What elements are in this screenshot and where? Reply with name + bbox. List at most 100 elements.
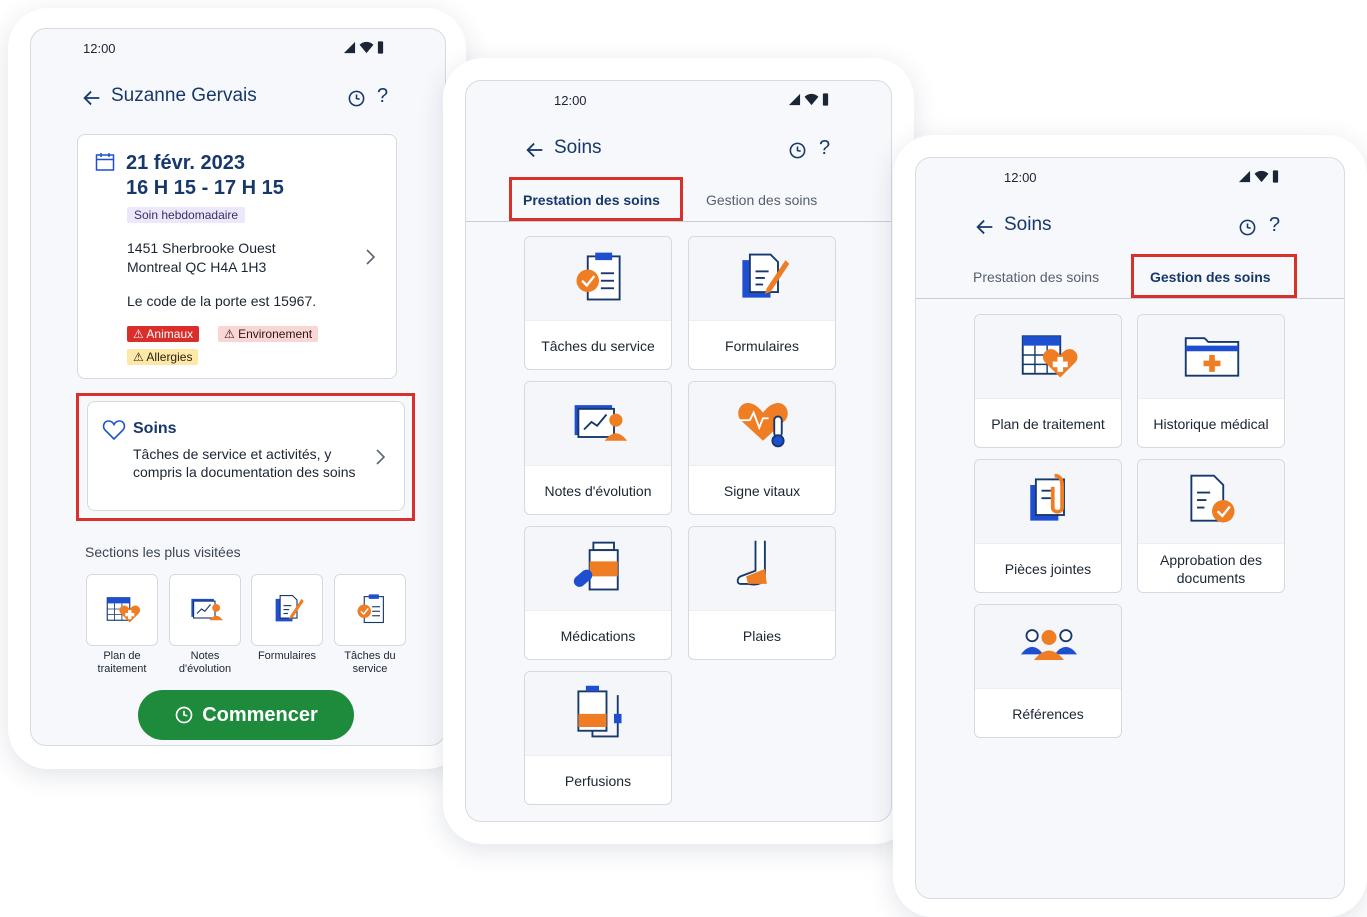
vital-signs-icon	[733, 392, 793, 452]
app-bar: Soins ?	[466, 137, 891, 167]
quick-link-label: Formulaires	[257, 650, 317, 662]
help-icon[interactable]: ?	[1269, 214, 1280, 237]
chevron-right-icon[interactable]	[364, 248, 378, 266]
progress-notes-icon	[569, 392, 629, 452]
battery-icon	[377, 41, 384, 54]
infusion-icon	[569, 682, 629, 742]
tile-medications[interactable]: Médications	[524, 526, 672, 660]
forms-icon	[733, 247, 793, 307]
tile-label: Notes d'évolution	[544, 483, 652, 499]
start-button[interactable]: Commencer	[138, 690, 354, 740]
tile-progress-notes[interactable]: Notes d'évolution	[524, 381, 672, 515]
tile-service-tasks[interactable]: Tâches du service	[524, 236, 672, 370]
most-visited-label: Sections les plus visitées	[85, 544, 241, 560]
history-clock-icon[interactable]	[788, 141, 807, 160]
tile-label: Plan de traitement	[991, 416, 1105, 432]
service-tasks-icon	[569, 247, 629, 307]
quick-link-label: Tâches du service	[344, 650, 396, 675]
back-arrow-icon[interactable]	[81, 87, 103, 109]
battery-icon	[822, 93, 829, 106]
medical-folder-icon	[1182, 325, 1242, 385]
wifi-icon	[804, 93, 819, 106]
quick-link-treatment-plan[interactable]	[86, 574, 158, 646]
tile-label: Signe vitaux	[723, 483, 801, 499]
tile-treatment-plan[interactable]: Plan de traitement	[974, 314, 1122, 448]
tile-label: Historique médical	[1153, 416, 1269, 432]
history-clock-icon[interactable]	[1238, 218, 1257, 237]
status-time: 12:00	[83, 41, 116, 56]
help-icon[interactable]: ?	[819, 137, 830, 160]
people-group-icon	[1019, 615, 1079, 675]
clock-icon	[175, 706, 193, 724]
quick-link-label: Notes d'évolution	[178, 650, 232, 675]
tile-references[interactable]: Références	[974, 604, 1122, 738]
quick-link-forms[interactable]	[251, 574, 323, 646]
status-bar: 12:00	[31, 41, 445, 61]
phone-frame-care-management: 12:00 Soins ? Prestation des soins Gesti…	[893, 135, 1367, 917]
tile-label: Formulaires	[725, 338, 799, 354]
attachment-icon	[1019, 470, 1079, 530]
back-arrow-icon[interactable]	[524, 139, 546, 161]
address-line-2: Montreal QC H4A 1H3	[127, 259, 267, 275]
history-clock-icon[interactable]	[347, 89, 366, 108]
service-tasks-icon	[353, 591, 389, 627]
treatment-plan-icon	[1019, 325, 1079, 385]
alert-tag-environment: ⚠ Environement	[218, 326, 319, 342]
page-title: Soins	[1004, 214, 1052, 235]
treatment-plan-icon	[105, 591, 141, 627]
status-bar: 12:00	[916, 170, 1344, 190]
calendar-icon	[95, 153, 115, 171]
app-bar: Suzanne Gervais ?	[31, 85, 445, 115]
tab-care-management[interactable]: Gestion des soins	[706, 192, 817, 208]
alert-tag-allergies: ⚠ Allergies	[127, 349, 199, 365]
quick-link-service-tasks[interactable]	[334, 574, 406, 646]
tile-label: Médications	[560, 628, 636, 644]
address: 1451 Sherbrooke Ouest Montreal QC H4A 1H…	[127, 239, 276, 277]
address-line-1: 1451 Sherbrooke Ouest	[127, 240, 276, 256]
signal-icon	[343, 41, 356, 54]
appointment-date: 21 févr. 2023	[126, 152, 245, 174]
highlight-frame	[1131, 254, 1297, 298]
tile-forms[interactable]: Formulaires	[688, 236, 836, 370]
door-code-note: Le code de la porte est 15967.	[127, 293, 317, 309]
signal-icon	[788, 93, 801, 106]
tile-document-approval[interactable]: Approbation des documents	[1137, 459, 1285, 593]
tile-label: Références	[1012, 706, 1084, 722]
forms-icon	[270, 591, 306, 627]
tile-vital-signs[interactable]: Signe vitaux	[688, 381, 836, 515]
tile-infusions[interactable]: Perfusions	[524, 671, 672, 805]
tile-attachments[interactable]: Pièces jointes	[974, 459, 1122, 593]
phone-frame-care-delivery: 12:00 Soins ? Prestation des soins Gesti…	[443, 58, 914, 844]
page-title: Soins	[554, 137, 602, 158]
care-delivery-screen: 12:00 Soins ? Prestation des soins Gesti…	[465, 80, 892, 822]
appointment-card[interactable]: 21 févr. 2023 16 H 15 - 17 H 15 Soin heb…	[77, 134, 397, 379]
tab-care-delivery[interactable]: Prestation des soins	[973, 269, 1099, 285]
tile-label: Approbation des documents	[1160, 552, 1262, 586]
page-title: Suzanne Gervais	[111, 85, 257, 106]
quick-link-progress-notes[interactable]	[169, 574, 241, 646]
care-management-screen: 12:00 Soins ? Prestation des soins Gesti…	[915, 157, 1345, 899]
quick-link-label: Plan de traitement	[97, 650, 147, 675]
patient-screen: 12:00 Suzanne Gervais ? 21 févr. 2023 16…	[30, 28, 446, 746]
tile-label: Perfusions	[564, 773, 632, 789]
frequency-badge: Soin hebdomadaire	[127, 207, 246, 223]
start-button-label: Commencer	[202, 703, 318, 726]
progress-notes-icon	[188, 591, 224, 627]
alert-tag-animals: ⚠ Animaux	[127, 326, 200, 342]
document-approval-icon	[1182, 470, 1242, 530]
wifi-icon	[359, 41, 374, 54]
highlight-frame	[509, 177, 683, 221]
tile-medical-history[interactable]: Historique médical	[1137, 314, 1285, 448]
status-time: 12:00	[1004, 170, 1037, 185]
status-time: 12:00	[554, 93, 587, 108]
signal-icon	[1238, 170, 1251, 183]
medication-icon	[569, 537, 629, 597]
phone-frame-patient: 12:00 Suzanne Gervais ? 21 févr. 2023 16…	[8, 8, 466, 769]
highlight-frame	[76, 393, 415, 521]
tile-wounds[interactable]: Plaies	[688, 526, 836, 660]
tile-label: Tâches du service	[541, 338, 655, 354]
back-arrow-icon[interactable]	[974, 216, 996, 238]
status-bar: 12:00	[466, 93, 891, 113]
help-icon[interactable]: ?	[377, 85, 388, 108]
wifi-icon	[1254, 170, 1269, 183]
